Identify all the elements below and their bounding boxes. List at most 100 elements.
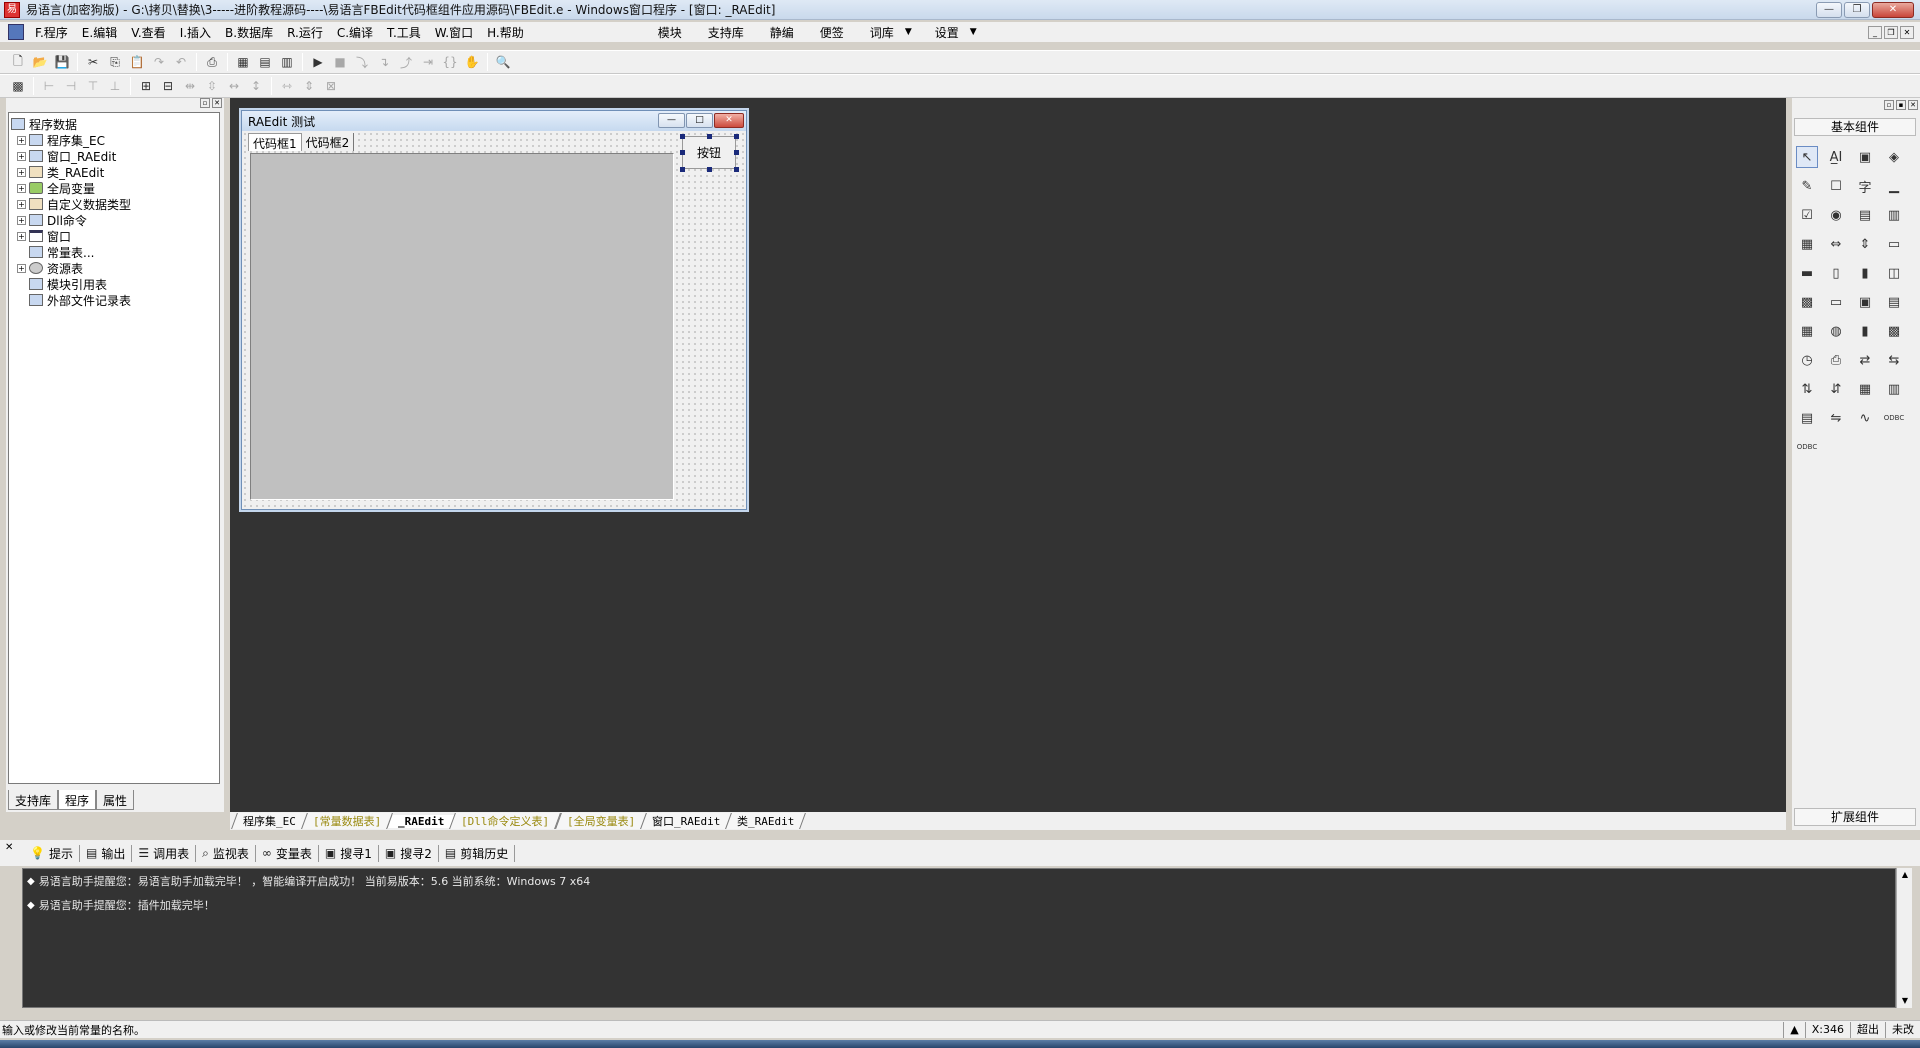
step-out-icon[interactable]: ⤴	[396, 52, 416, 72]
component-tool-icon[interactable]: ▬	[1796, 262, 1818, 284]
tree-item-external-files[interactable]: 外部文件记录表	[11, 292, 217, 308]
restore-button[interactable]: ❐	[1844, 2, 1870, 18]
component-tool-icon[interactable]: ▯	[1825, 262, 1847, 284]
menu-view[interactable]: V.查看	[124, 24, 172, 41]
component-tool-icon[interactable]: ▮	[1854, 320, 1876, 342]
doc-tab-global-vars[interactable]: [全局变量表]	[554, 813, 647, 829]
tree-item-resources[interactable]: + 资源表	[11, 260, 217, 276]
selection-handle[interactable]	[734, 134, 739, 139]
new-file-icon[interactable]: 🗋	[8, 52, 28, 72]
component-tool-icon[interactable]: ▦	[1796, 233, 1818, 255]
save-icon[interactable]: 💾	[52, 52, 72, 72]
align-left-icon[interactable]: ⊢	[39, 76, 59, 96]
center-v-icon[interactable]: ⊟	[158, 76, 178, 96]
component-tool-icon[interactable]: ▁	[1883, 175, 1905, 197]
menu-edit[interactable]: E.编辑	[75, 24, 124, 41]
palette-extended-header[interactable]: 扩展组件	[1794, 808, 1916, 826]
stop-icon[interactable]: ■	[330, 52, 350, 72]
component-tool-icon[interactable]: ▩	[1796, 291, 1818, 313]
cut-icon[interactable]: ✂	[83, 52, 103, 72]
copy-icon[interactable]: ⎘	[105, 52, 125, 72]
selection-handle[interactable]	[707, 134, 712, 139]
component-tool-icon[interactable]: ☐	[1825, 175, 1847, 197]
tree-item-dll-commands[interactable]: + Dll命令	[11, 212, 217, 228]
expand-icon[interactable]: +	[17, 183, 26, 193]
redo-icon[interactable]: ↷	[149, 52, 169, 72]
doc-tab-class-raedit[interactable]: 类_RAEdit	[725, 813, 807, 829]
tab-output[interactable]: ▤ 输出	[80, 844, 133, 862]
tab-code-box-2[interactable]: 代码框2	[302, 133, 355, 151]
height-icon[interactable]: ⇕	[299, 76, 319, 96]
component-tool-icon[interactable]: ▦	[1854, 378, 1876, 400]
same-width-icon[interactable]: ↔	[224, 76, 244, 96]
tree-item-global-vars[interactable]: + 全局变量	[11, 180, 217, 196]
selection-handle[interactable]	[680, 167, 685, 172]
output-close-icon[interactable]: ✕	[5, 842, 13, 853]
component-tool-icon[interactable]: ⇄	[1854, 349, 1876, 371]
hand-icon[interactable]: ✋	[462, 52, 482, 72]
doc-tab-assembly[interactable]: 程序集_EC	[231, 813, 308, 829]
expand-icon[interactable]: +	[17, 199, 26, 209]
center-h-icon[interactable]: ⊞	[136, 76, 156, 96]
designed-form-window[interactable]: RAEdit 测试 — □ ✕ 代码框1 代码框2 按钮	[241, 110, 747, 510]
run-icon[interactable]: ▶	[308, 52, 328, 72]
menu-program[interactable]: F.程序	[28, 24, 75, 41]
menu-run[interactable]: R.运行	[280, 24, 330, 41]
align-right-icon[interactable]: ⊣	[61, 76, 81, 96]
tree-item-program-data[interactable]: 程序数据	[11, 116, 217, 132]
component-tool-icon[interactable]: ▭	[1825, 291, 1847, 313]
expand-icon[interactable]: +	[17, 215, 26, 225]
paste-icon[interactable]: 📋	[127, 52, 147, 72]
expand-icon[interactable]: +	[17, 263, 26, 273]
menu-support-lib[interactable]: 支持库	[701, 24, 751, 41]
tree-item-custom-types[interactable]: + 自定义数据类型	[11, 196, 217, 212]
tree-item-windows[interactable]: + 窗口	[11, 228, 217, 244]
open-file-icon[interactable]: 📂	[30, 52, 50, 72]
layout-2-icon[interactable]: ▤	[255, 52, 275, 72]
layout-3-icon[interactable]: ▥	[277, 52, 297, 72]
selection-handle[interactable]	[707, 167, 712, 172]
component-tool-icon[interactable]: ✎	[1796, 175, 1818, 197]
tab-hint[interactable]: 💡 提示	[24, 844, 80, 862]
tab-call-stack[interactable]: ☰ 调用表	[132, 844, 197, 862]
selection-handle[interactable]	[680, 150, 685, 155]
component-tool-icon[interactable]: ⇆	[1883, 349, 1905, 371]
expand-icon[interactable]: +	[17, 135, 26, 145]
panel-close-icon[interactable]: ✕	[212, 98, 222, 108]
tab-clip-history[interactable]: ▤ 剪辑历史	[439, 844, 516, 862]
doc-tab-raedit[interactable]: _RAEdit	[386, 814, 456, 828]
menu-insert[interactable]: I.插入	[173, 24, 218, 41]
component-tool-icon[interactable]: ∿	[1854, 407, 1876, 429]
scroll-down-icon[interactable]: ▼	[1897, 994, 1913, 1008]
component-tool-icon[interactable]: ▦	[1796, 320, 1818, 342]
mdi-restore-icon[interactable]: ❐	[1884, 26, 1898, 39]
width-icon[interactable]: ⇿	[277, 76, 297, 96]
component-tool-icon[interactable]: ◫	[1883, 262, 1905, 284]
raedit-code-box[interactable]	[250, 153, 674, 500]
scroll-up-icon[interactable]: ▲	[1897, 868, 1913, 882]
tab-program[interactable]: 程序	[58, 790, 97, 810]
component-tool-icon[interactable]: ▩	[1883, 320, 1905, 342]
output-scrollbar[interactable]: ▲ ▼	[1896, 868, 1912, 1008]
tab-watch[interactable]: ⌕ 监视表	[196, 844, 256, 862]
panel-float-icon[interactable]: ▫	[200, 98, 210, 108]
component-tool-icon[interactable]: ⇔	[1825, 233, 1847, 255]
app-menu-icon[interactable]	[8, 24, 24, 40]
component-tool-icon[interactable]: ▤	[1854, 204, 1876, 226]
project-tree[interactable]: 程序数据 + 程序集_EC + 窗口_RAEdit + 类_RAEdit + 全…	[8, 112, 220, 784]
tab-properties[interactable]: 属性	[96, 790, 135, 810]
doc-tab-window-raedit[interactable]: 窗口_RAEdit	[639, 813, 733, 829]
form-client-area[interactable]: 代码框1 代码框2 按钮	[242, 131, 746, 509]
component-tool-icon[interactable]: ◈	[1883, 146, 1905, 168]
close-button[interactable]: ✕	[1872, 2, 1914, 18]
mdi-close-icon[interactable]: ✕	[1900, 26, 1914, 39]
menu-settings[interactable]: 设置	[928, 24, 966, 41]
minimize-button[interactable]: —	[1816, 2, 1842, 18]
tab-search-1[interactable]: ▣ 搜寻1	[319, 844, 379, 862]
assistant-icon[interactable]: 🔍	[493, 52, 513, 72]
output-panel[interactable]: ◆ 易语言助手提醒您：易语言助手加载完毕！ ，智能编译开启成功！ 当前易版本：5.…	[22, 868, 1896, 1008]
form-button-control[interactable]: 按钮	[682, 136, 736, 169]
tab-code-box-1[interactable]: 代码框1	[248, 133, 302, 151]
component-tool-icon[interactable]: ▣	[1854, 291, 1876, 313]
component-tool-icon[interactable]: A̲I	[1825, 146, 1847, 168]
